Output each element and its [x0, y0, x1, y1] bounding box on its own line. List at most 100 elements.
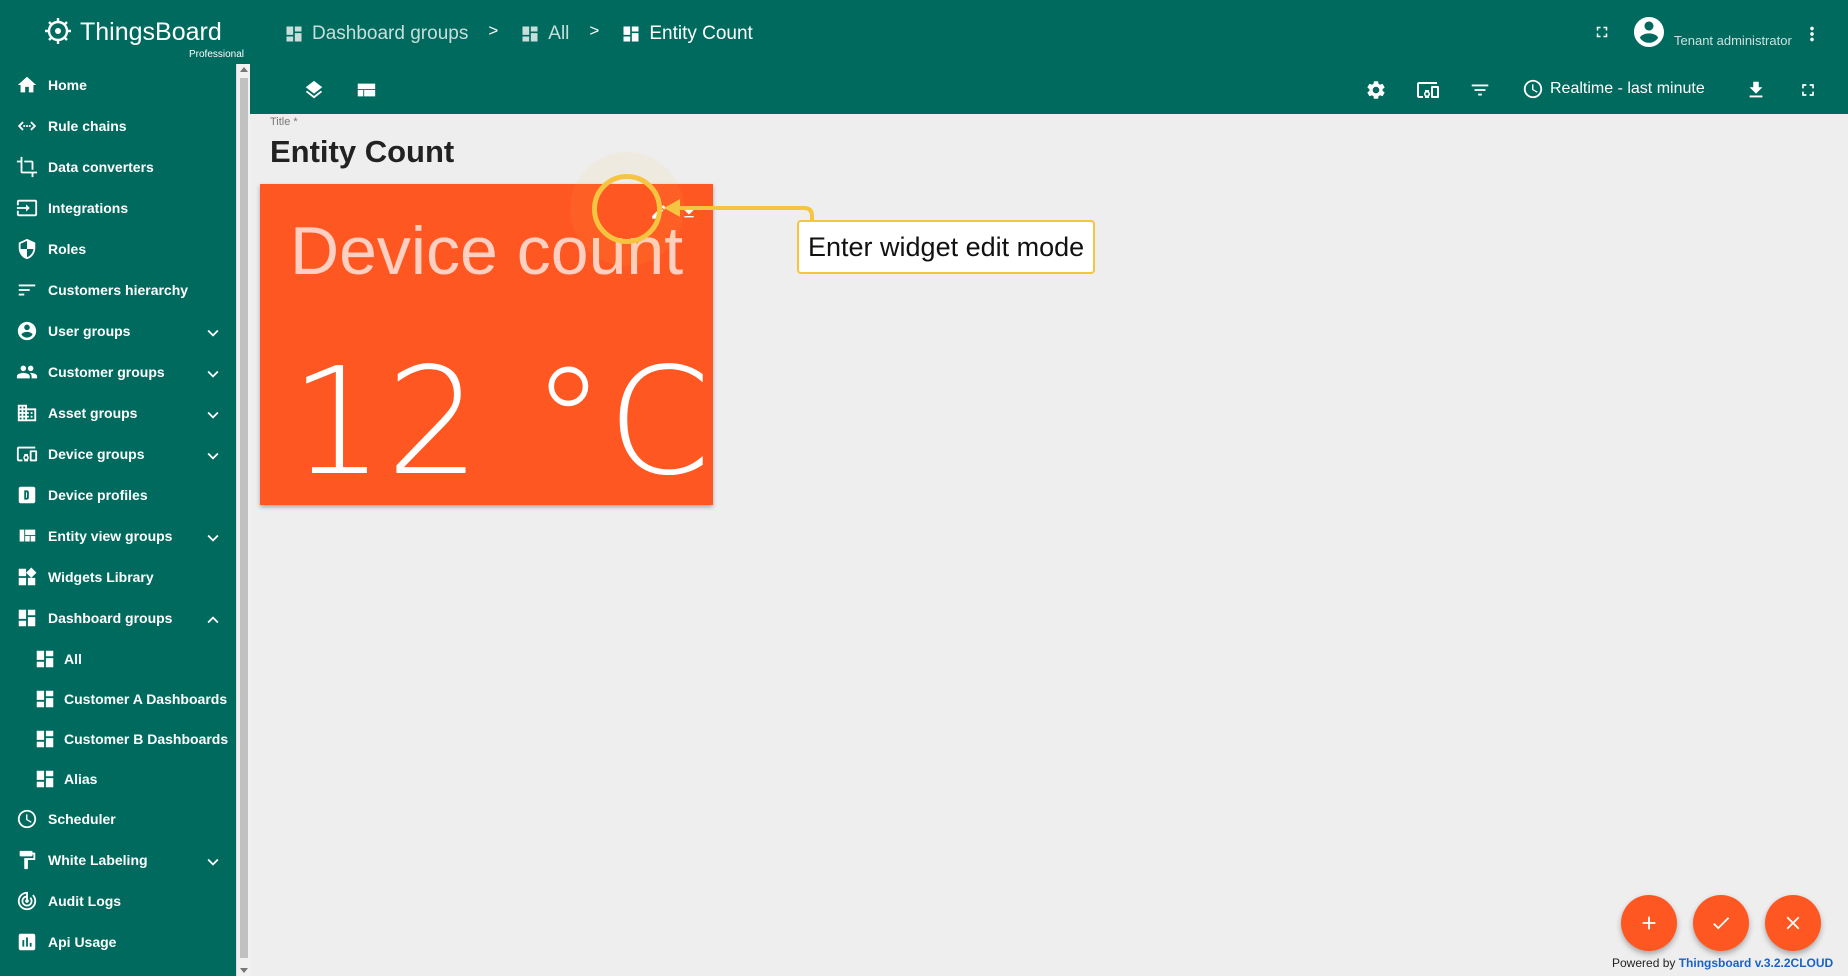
sidebar-item-label: Entity view groups [48, 528, 173, 544]
home-icon [16, 74, 38, 96]
sidebar-item-entity-view-groups[interactable]: Entity view groups [0, 516, 236, 556]
sidebar-item-label: Customer B Dashboards [64, 731, 229, 747]
devices-icon [16, 443, 38, 465]
timewindow-button[interactable]: Realtime - last minute [1522, 76, 1705, 102]
sidebar-scrollbar[interactable] [236, 64, 250, 976]
sidebar-item-label: Api Usage [48, 934, 117, 950]
plus-icon [1642, 916, 1656, 930]
sidebar-item-customer-groups[interactable]: Customer groups [0, 352, 236, 392]
sidebar-item-label: Data converters [48, 159, 154, 175]
sidebar-item-customer-a-dashboards[interactable]: Customer A Dashboards [0, 679, 236, 719]
tooltip-text: Enter widget edit mode [808, 231, 1085, 262]
insert-chart-icon [16, 931, 38, 953]
sidebar-item-label: White Labeling [48, 852, 148, 868]
chevron-down-icon[interactable] [202, 322, 220, 340]
layouts-button[interactable] [348, 72, 384, 108]
sidebar-item-audit-logs[interactable]: Audit Logs [0, 881, 236, 921]
logo-subtitle: Professional [189, 49, 245, 60]
more-menu-button[interactable] [1800, 20, 1824, 48]
sidebar-item-white-labeling[interactable]: White Labeling [0, 840, 236, 880]
sidebar-item-rule-chains[interactable]: Rule chains [0, 106, 236, 146]
view-compact-icon [357, 83, 376, 97]
scroll-down-arrow-icon[interactable] [240, 968, 248, 973]
decline-changes-button[interactable] [1765, 895, 1821, 951]
breadcrumb-dashboard-groups[interactable]: Dashboard groups [284, 23, 468, 45]
sidebar-item-api-usage[interactable]: Api Usage [0, 922, 236, 962]
chevron-down-icon[interactable] [202, 527, 220, 545]
breadcrumb-all[interactable]: All [520, 23, 569, 45]
dashboard-title-input[interactable]: Entity Count [270, 134, 454, 170]
thingsboard-logo-icon [45, 18, 71, 44]
shield-icon [16, 238, 38, 260]
breadcrumb-separator: > [488, 21, 499, 40]
sidebar-item-customer-b-dashboards[interactable]: Customer B Dashboards [0, 719, 236, 759]
fullscreen-icon [1802, 84, 1814, 96]
device-profile-icon [16, 484, 38, 506]
chevron-down-icon[interactable] [202, 404, 220, 422]
sidebar-item-device-profiles[interactable]: Device profiles [0, 475, 236, 515]
chevron-up-icon[interactable] [202, 609, 220, 627]
settings-button[interactable] [1358, 72, 1394, 108]
entity-aliases-button[interactable] [1410, 72, 1446, 108]
fullscreen-button[interactable] [1588, 18, 1616, 46]
scroll-up-arrow-icon[interactable] [240, 67, 248, 72]
powered-by: Powered by Thingsboard v.3.2.2CLOUD [1612, 956, 1833, 970]
sidebar-item-asset-groups[interactable]: Asset groups [0, 393, 236, 433]
sidebar-item-roles[interactable]: Roles [0, 229, 236, 269]
input-icon [16, 197, 38, 219]
sidebar-item-customers-hierarchy[interactable]: Customers hierarchy [0, 270, 236, 310]
scroll-thumb[interactable] [240, 78, 248, 958]
timewindow-label: Realtime - last minute [1550, 80, 1705, 97]
layers-icon [305, 80, 323, 99]
breadcrumb: Dashboard groups > All > Entity Count [284, 20, 753, 48]
sidebar-item-label: User groups [48, 323, 131, 339]
sidebar-item-integrations[interactable]: Integrations [0, 188, 236, 228]
dashboard-icon [34, 688, 56, 710]
people-icon [16, 361, 38, 383]
apply-changes-button[interactable] [1693, 895, 1749, 951]
sidebar-item-label: Customers hierarchy [48, 282, 189, 298]
view-quilt-icon [16, 525, 38, 547]
export-button[interactable] [1738, 72, 1774, 108]
sidebar-item-dashboard-groups[interactable]: Dashboard groups [0, 598, 236, 638]
track-changes-icon [16, 890, 38, 912]
sidebar-item-label: Integrations [48, 200, 129, 216]
fullscreen-icon [1596, 26, 1608, 38]
filters-button[interactable] [1462, 72, 1498, 108]
chevron-down-icon[interactable] [202, 851, 220, 869]
add-widget-button[interactable] [1621, 895, 1677, 951]
sidebar-item-home[interactable]: Home [0, 65, 236, 105]
dashboard-icon [286, 26, 302, 42]
dashboard-icon [34, 768, 56, 790]
filter-list-icon [1471, 84, 1489, 96]
sidebar-item-scheduler[interactable]: Scheduler [0, 799, 236, 839]
sidebar-item-label: Rule chains [48, 118, 127, 134]
sidebar: Home Rule chains Data converters Integratio… [0, 64, 236, 976]
breadcrumb-separator: > [589, 21, 600, 40]
layers-button[interactable] [296, 72, 332, 108]
breadcrumb-label: All [548, 23, 570, 44]
dashboard-fullscreen-button[interactable] [1790, 72, 1826, 108]
sidebar-item-label: Asset groups [48, 405, 138, 421]
dashboard-icon [34, 728, 56, 750]
chevron-down-icon[interactable] [202, 445, 220, 463]
sidebar-item-all[interactable]: All [0, 639, 236, 679]
sidebar-item-data-converters[interactable]: Data converters [0, 147, 236, 187]
powered-by-link[interactable]: Thingsboard v.3.2.2CLOUD [1679, 956, 1833, 970]
sidebar-item-device-groups[interactable]: Device groups [0, 434, 236, 474]
domain-icon [16, 402, 38, 424]
sidebar-item-alias[interactable]: Alias [0, 759, 236, 799]
sidebar-item-label: Roles [48, 241, 87, 257]
avatar[interactable] [1630, 13, 1668, 51]
thingsboard-logo[interactable]: ThingsBoard Professional [40, 12, 244, 60]
download-icon [1749, 81, 1763, 98]
sidebar-item-user-groups[interactable]: User groups [0, 311, 236, 351]
sidebar-item-widgets-library[interactable]: Widgets Library [0, 557, 236, 597]
powered-by-prefix: Powered by [1612, 956, 1676, 970]
sidebar-item-label: Alias [64, 771, 98, 787]
sidebar-item-label: All [64, 651, 82, 667]
user-role: Tenant administrator [1674, 33, 1792, 48]
breadcrumb-entity-count: Entity Count [621, 23, 753, 45]
chevron-down-icon[interactable] [202, 363, 220, 381]
dashboard-icon [34, 648, 56, 670]
